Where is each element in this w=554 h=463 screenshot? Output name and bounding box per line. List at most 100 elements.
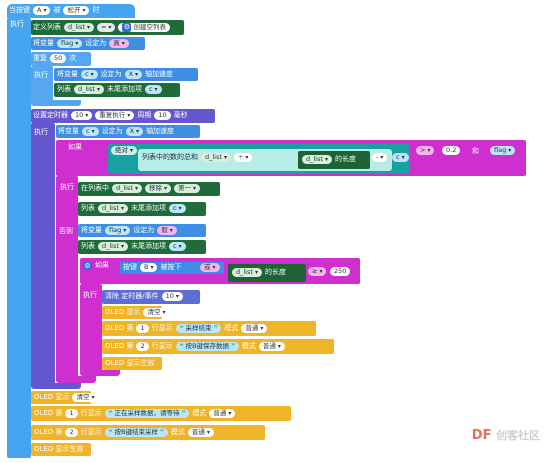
gt-select[interactable]: > [416, 146, 435, 155]
var-c-select[interactable]: c [82, 127, 99, 136]
timer-body-strip [31, 123, 55, 385]
list-name-select[interactable]: d_list [232, 268, 262, 277]
first-select[interactable]: 第一 [173, 184, 200, 193]
eq-select[interactable]: = [96, 23, 116, 32]
key-select[interactable]: A [33, 6, 51, 15]
oled-row-label: OLED 第 [34, 428, 63, 436]
var-c-select[interactable]: c [81, 70, 98, 79]
set-var-label: 将变量 [81, 226, 102, 234]
list-name-select[interactable]: d_list [64, 23, 94, 32]
bool-value-select[interactable]: 真 [109, 39, 129, 48]
row-number-input[interactable]: 2 [65, 428, 78, 437]
set-var-label: 将变量 [57, 70, 78, 78]
repeat-foot [31, 100, 81, 106]
list-label: 列表 [57, 85, 71, 93]
text-input[interactable]: ❝ 按B键结束采样 ❞ [104, 428, 168, 437]
minus-select[interactable]: - [372, 153, 388, 162]
repeat-times-label: 次 [69, 54, 77, 62]
gear-icon[interactable]: ⚙ [122, 23, 132, 32]
item-c-select[interactable]: c [168, 242, 186, 251]
if-foot [56, 376, 96, 383]
abs-select[interactable]: 绝对 [111, 146, 138, 155]
row-show-label: 行显示 [151, 342, 173, 350]
timer-label: 设置定时器 [33, 111, 68, 119]
ge-select[interactable]: ≥ [308, 267, 327, 276]
gear-icon[interactable]: ⚙ [83, 261, 92, 270]
in-list-label: 在列表中 [81, 184, 109, 192]
mode-label: 模式 [192, 409, 207, 417]
ms-label: 毫秒 [173, 111, 188, 119]
clear-select[interactable]: 清空 [72, 393, 99, 402]
list-name-select[interactable]: d_list [201, 153, 231, 162]
repeat-count-input[interactable]: 50 [50, 54, 67, 63]
row-number-input[interactable]: 1 [136, 324, 149, 333]
or-select[interactable]: 或 [200, 263, 220, 272]
text-input[interactable]: ❝ 采样结束 ❞ [175, 324, 222, 333]
event-time: 时 [92, 6, 100, 14]
period-input[interactable]: 10 [154, 111, 171, 120]
set-to-label: 设定为 [85, 39, 107, 47]
event-body-strip [7, 18, 31, 458]
remove-select[interactable]: 移除 [144, 184, 171, 193]
clear-timer-label: 清除 定时器/事件 [105, 292, 159, 300]
row-show-label: 行显示 [80, 409, 102, 417]
timer-exec-label: 执行 [34, 128, 48, 136]
item-c-select[interactable]: c [168, 204, 186, 213]
length-label: 的长度 [334, 155, 356, 163]
oled-row-label: OLED 第 [105, 342, 134, 350]
mode-label: 模式 [170, 428, 185, 436]
button-label: 按键 [123, 263, 137, 271]
row-show-label: 行显示 [151, 324, 173, 332]
list-name-select[interactable]: d_list [112, 184, 142, 193]
divide-select[interactable]: ÷ [233, 153, 253, 162]
axis-select[interactable]: X [124, 70, 143, 79]
list-name-select[interactable]: d_list [98, 204, 128, 213]
mode-select[interactable]: 普通 [258, 342, 285, 351]
var-flag-select[interactable]: flag [105, 226, 131, 235]
set-var-label: 将变量 [58, 127, 79, 135]
list-name-select[interactable]: d_list [302, 155, 332, 164]
var-c-select[interactable]: c [392, 153, 409, 162]
mode-select[interactable]: 普通 [241, 324, 268, 333]
item-c-select[interactable]: c [144, 85, 162, 94]
append-label: 末尾添加项 [130, 242, 166, 250]
flag-select[interactable]: flag [490, 146, 516, 155]
sum-label: 列表中的数的总和 [142, 153, 198, 161]
else-label: 否则 [59, 227, 73, 235]
timer-mode-select[interactable]: 重复执行 [95, 111, 135, 120]
row-number-input[interactable]: 2 [136, 342, 149, 351]
clear-select[interactable]: 清空 [143, 308, 170, 317]
key-select[interactable]: B [140, 263, 158, 272]
append-label: 末尾添加项 [130, 204, 166, 212]
watermark-logo: DF 创客社区 [472, 427, 540, 443]
mode-select[interactable]: 普通 [187, 428, 214, 437]
event-when: 当按键 [9, 6, 30, 14]
oled-row-label: OLED 第 [105, 324, 134, 332]
count-input[interactable]: 250 [330, 267, 351, 276]
bool-value-select[interactable]: 假 [157, 226, 177, 235]
mode-select[interactable]: 普通 [209, 409, 236, 418]
if-label: 如果 [95, 261, 109, 269]
event-state-word: 被 [53, 6, 61, 14]
timer-id-select[interactable]: 10 [71, 111, 93, 120]
text-input[interactable]: ❝ 按B键保存数据 ❞ [175, 342, 239, 351]
if-exec-label: 执行 [60, 183, 74, 191]
create-empty-list[interactable]: ⚙ 创建空列表 [118, 23, 170, 32]
row-number-input[interactable]: 1 [65, 409, 78, 418]
text-input[interactable]: ❝ 正在采样数据，请等待 ❞ [104, 409, 190, 418]
oled-show-label: OLED 显示 [34, 393, 70, 401]
threshold-input[interactable]: 0.2 [442, 146, 461, 155]
watermark-brand: DF [471, 428, 492, 443]
var-flag-select[interactable]: flag [57, 39, 83, 48]
repeat-label: 重复 [33, 54, 47, 62]
list-name-select[interactable]: d_list [74, 85, 104, 94]
list-name-select[interactable]: d_list [98, 242, 128, 251]
timer-foot [31, 383, 81, 389]
timer-id-select[interactable]: 10 [161, 292, 183, 301]
state-select[interactable]: 松开 [63, 6, 90, 15]
oled-effect-label: OLED 显示生效 [105, 359, 155, 367]
set-to-label: 设定为 [133, 226, 155, 234]
axis-select[interactable]: X [125, 127, 144, 136]
period-label: 周期 [137, 111, 152, 119]
oled-show-label: OLED 显示 [105, 308, 141, 316]
